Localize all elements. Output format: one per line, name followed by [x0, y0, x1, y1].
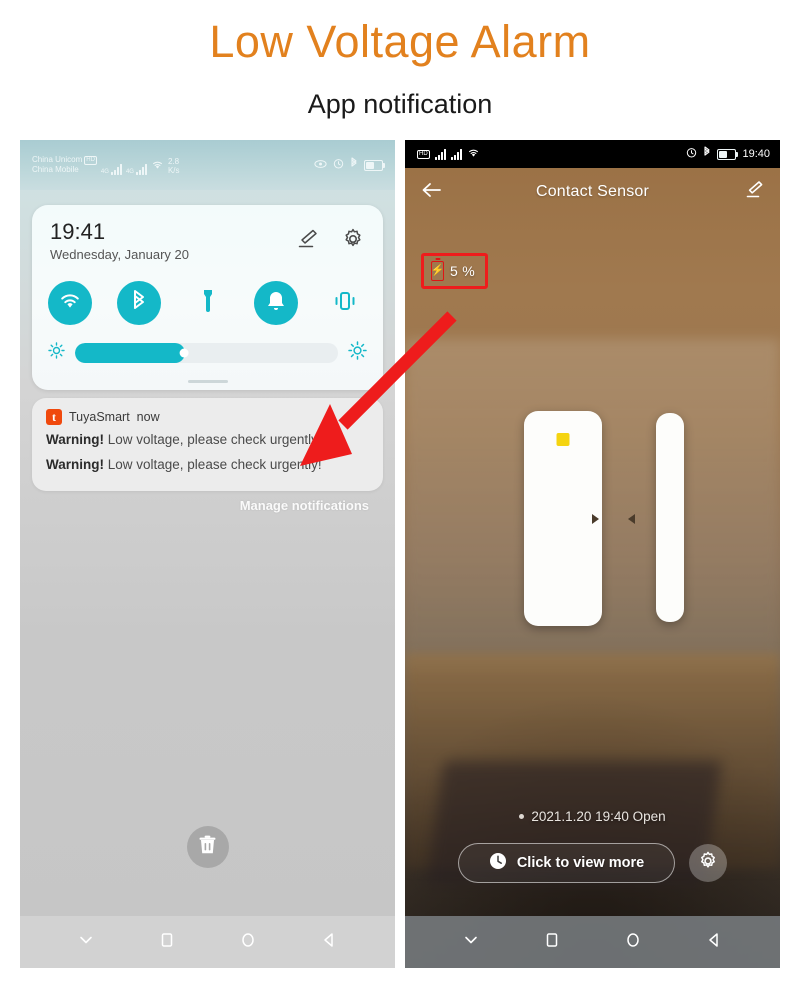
device-settings-button[interactable]	[689, 844, 728, 882]
left-nav-bar	[20, 916, 395, 968]
sensor-arrow-left-icon	[628, 513, 635, 524]
toggle-sound[interactable]	[254, 281, 299, 325]
right-phone-screenshot: HD 19:40 Contact Sensor ⚡ 5 % 2021.1.20 …	[405, 140, 780, 968]
wifi-icon	[151, 157, 164, 175]
alarm-icon	[333, 156, 344, 174]
carrier-secondary: China Mobile	[32, 165, 79, 174]
alarm-icon	[686, 145, 697, 163]
notification-app-name: TuyaSmart	[69, 409, 130, 424]
device-status-line: 2021.1.20 19:40 Open	[405, 809, 780, 824]
home-circle-icon[interactable]	[624, 931, 642, 954]
brightness-slider-knob[interactable]	[180, 348, 190, 358]
wifi-icon	[58, 291, 82, 315]
brightness-row	[48, 341, 367, 365]
notification-card[interactable]: t TuyaSmart now Warning! Low voltage, pl…	[32, 398, 383, 491]
right-nav-bar	[405, 916, 780, 968]
view-more-label: Click to view more	[516, 855, 645, 871]
bluetooth-icon	[350, 156, 358, 174]
battery-icon	[717, 148, 739, 160]
carrier-block: China Unicom HD China Mobile	[32, 155, 97, 175]
eye-comfort-icon	[314, 156, 327, 174]
brightness-high-icon	[348, 341, 367, 365]
sensor-led-indicator	[556, 433, 570, 446]
clear-all-notifications-button[interactable]	[186, 826, 229, 868]
device-status-text: 2021.1.20 19:40 Open	[531, 809, 666, 824]
battery-low-icon: ⚡	[431, 261, 444, 281]
sensor-magnet-body	[656, 413, 684, 622]
page-title: Low Voltage Alarm	[209, 16, 591, 67]
recents-square-icon[interactable]	[543, 931, 561, 954]
carrier-primary: China Unicom HD	[32, 155, 97, 165]
battery-badge-highlight: ⚡ 5 %	[421, 253, 489, 289]
pencil-icon[interactable]	[293, 228, 319, 250]
manage-notifications-link[interactable]: Manage notifications	[240, 498, 369, 513]
network-speed: 2.8 K/s	[167, 157, 180, 175]
right-app-bar: Contact Sensor	[405, 168, 780, 216]
sensor-arrow-right-icon	[592, 513, 599, 524]
quick-settings-panel[interactable]: 19:41 Wednesday, January 20	[32, 205, 383, 390]
battery-percent-label: 5 %	[450, 263, 476, 279]
notification-line-2: Warning! Low voltage, please check urgen…	[46, 454, 369, 475]
tuyasmart-icon: t	[46, 408, 62, 425]
chevron-down-icon[interactable]	[462, 931, 480, 954]
quick-settings-actions	[293, 227, 365, 251]
bluetooth-icon	[131, 289, 147, 318]
notification-line-1-rest: Low voltage, please check urgently!	[104, 432, 322, 447]
notification-line-1: Warning! Low voltage, please check urgen…	[46, 429, 369, 450]
bluetooth-icon	[703, 145, 711, 163]
notification-header: t TuyaSmart now	[46, 408, 369, 425]
device-title: Contact Sensor	[535, 183, 650, 200]
signal-1-icon	[434, 148, 446, 160]
recents-square-icon[interactable]	[158, 931, 176, 954]
right-status-bar: HD 19:40	[405, 140, 780, 168]
bell-icon	[265, 289, 287, 318]
quick-settings-toggles	[48, 277, 367, 329]
signal-1-icon	[110, 163, 122, 175]
brightness-low-icon	[48, 342, 65, 364]
right-bottom-actions: Click to view more	[405, 840, 780, 886]
notification-line-1-bold: Warning!	[46, 432, 104, 447]
pencil-icon[interactable]	[742, 180, 764, 205]
network-type-2-label: 4G	[125, 169, 134, 175]
toggle-vibrate[interactable]	[323, 281, 367, 325]
left-status-bar: China Unicom HD China Mobile 4G 4G 2.8 K/…	[20, 140, 395, 190]
notification-line-2-rest: Low voltage, please check urgently!	[104, 457, 322, 472]
gear-icon	[697, 850, 719, 877]
home-circle-icon[interactable]	[239, 931, 257, 954]
wifi-icon	[467, 145, 480, 163]
hd-icon: HD	[417, 149, 430, 159]
flashlight-icon	[201, 288, 215, 319]
right-status-time: 19:40	[742, 148, 770, 160]
brightness-slider[interactable]	[75, 343, 338, 363]
sensor-main-body	[524, 411, 602, 626]
notification-timestamp: now	[136, 409, 160, 424]
panel-drag-handle[interactable]	[187, 380, 228, 383]
status-dot	[519, 814, 525, 819]
left-phone-screenshot: China Unicom HD China Mobile 4G 4G 2.8 K/…	[20, 140, 395, 968]
gear-icon[interactable]	[341, 227, 365, 251]
trash-icon	[198, 835, 217, 860]
toggle-wifi[interactable]	[48, 281, 92, 325]
toggle-bluetooth[interactable]	[116, 281, 161, 325]
left-status-bar-left: China Unicom HD China Mobile 4G 4G 2.8 K/…	[32, 155, 180, 175]
notification-line-2-bold: Warning!	[46, 457, 104, 472]
back-triangle-icon[interactable]	[320, 931, 338, 954]
page-subtitle: App notification	[307, 89, 493, 119]
view-more-button[interactable]: Click to view more	[457, 843, 676, 883]
network-type-1-label: 4G	[100, 169, 109, 175]
battery-icon	[364, 159, 385, 171]
vibrate-icon	[332, 289, 358, 318]
hd-badge: HD	[84, 156, 97, 165]
back-triangle-icon[interactable]	[705, 931, 723, 954]
signal-2-icon	[450, 148, 462, 160]
toggle-flashlight[interactable]	[186, 281, 230, 325]
contact-sensor-graphic	[524, 411, 684, 626]
back-arrow-icon[interactable]	[421, 181, 443, 204]
left-status-bar-right	[314, 156, 385, 174]
chevron-down-icon[interactable]	[77, 931, 95, 954]
signal-2-icon	[135, 163, 147, 175]
clock-icon	[489, 852, 507, 875]
